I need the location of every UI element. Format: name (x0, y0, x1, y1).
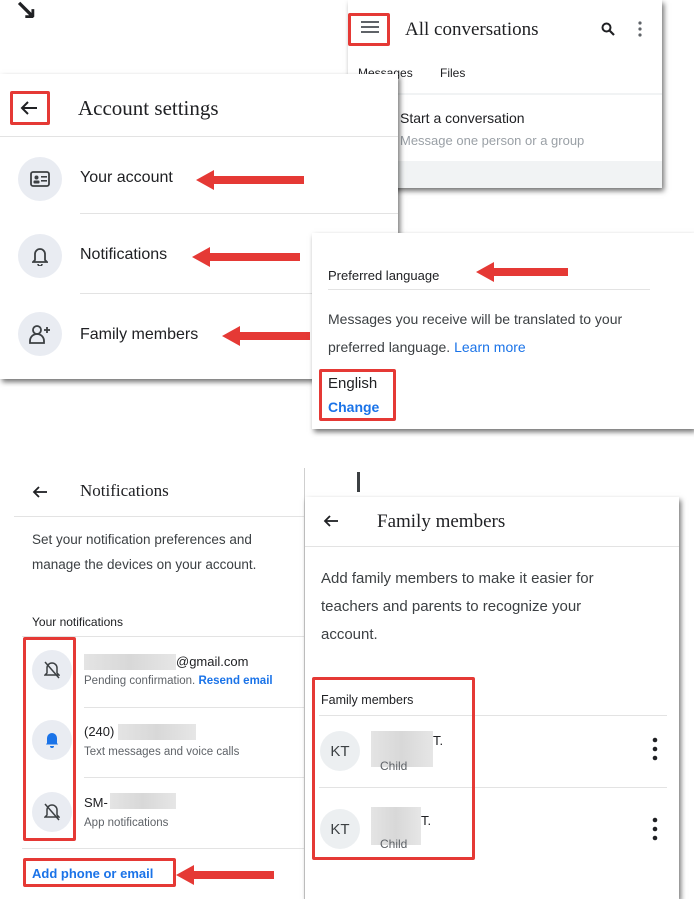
account-settings-title: Account settings (78, 96, 219, 120)
start-conversation-title: Start a conversation (400, 110, 525, 126)
preferred-language-description: Messages you receive will be translated … (328, 311, 623, 355)
notifications-description-1: Set your notification preferences and (32, 532, 252, 547)
back-highlight (10, 91, 50, 125)
person-add-icon (18, 312, 62, 356)
id-card-icon (18, 157, 62, 201)
annotation-arrow (476, 261, 570, 283)
notification-value: (240) (84, 724, 115, 739)
notifications-title: Notifications (80, 481, 169, 500)
family-members-highlight (312, 677, 475, 860)
annotation-arrow (196, 169, 306, 191)
add-phone-highlight (23, 858, 176, 887)
redacted-value (118, 724, 196, 740)
family-members-label: Family members (80, 326, 199, 343)
more-vert-icon[interactable] (652, 737, 658, 766)
your-notifications-heading: Your notifications (32, 615, 123, 629)
family-members-title: Family members (377, 511, 506, 532)
family-description-2: teachers and parents to recognize your (321, 598, 582, 615)
notifications-description-2: manage the devices on your account. (32, 557, 257, 572)
notification-value: @gmail.com (176, 654, 249, 669)
back-arrow-icon[interactable] (32, 485, 48, 504)
more-vert-icon[interactable] (652, 817, 658, 846)
search-icon[interactable] (601, 22, 615, 41)
tab-files[interactable]: Files (440, 66, 465, 80)
panel-edge (357, 472, 360, 492)
notification-icons-highlight (23, 637, 76, 841)
bell-icon (18, 234, 62, 278)
notification-status: Text messages and voice calls (84, 746, 240, 758)
learn-more-link[interactable]: Learn more (454, 339, 526, 355)
family-description-3: account. (321, 626, 378, 643)
back-arrow-icon[interactable] (323, 514, 339, 533)
annotation-arrow (192, 246, 302, 268)
redacted-value (84, 654, 176, 670)
notification-status: Pending confirmation. Resend email (84, 675, 273, 687)
cropped-fragment: ↘ (14, 0, 38, 26)
menu-highlight (348, 13, 390, 46)
annotation-arrow (176, 864, 276, 886)
your-account-label: Your account (80, 169, 173, 186)
notification-value: SM- (84, 795, 108, 810)
redacted-value (110, 793, 176, 809)
language-highlight (319, 369, 396, 421)
start-conversation-subtitle: Message one person or a group (400, 133, 585, 148)
family-description-1: Add family members to make it easier for (321, 570, 594, 587)
more-vert-icon[interactable] (638, 21, 642, 42)
preferred-language-title: Preferred language (328, 268, 440, 283)
notification-status: App notifications (84, 817, 169, 829)
conversations-title: All conversations (405, 19, 539, 40)
resend-email-link[interactable]: Resend email (198, 675, 272, 687)
notifications-label: Notifications (80, 246, 168, 263)
annotation-arrow (222, 325, 312, 347)
